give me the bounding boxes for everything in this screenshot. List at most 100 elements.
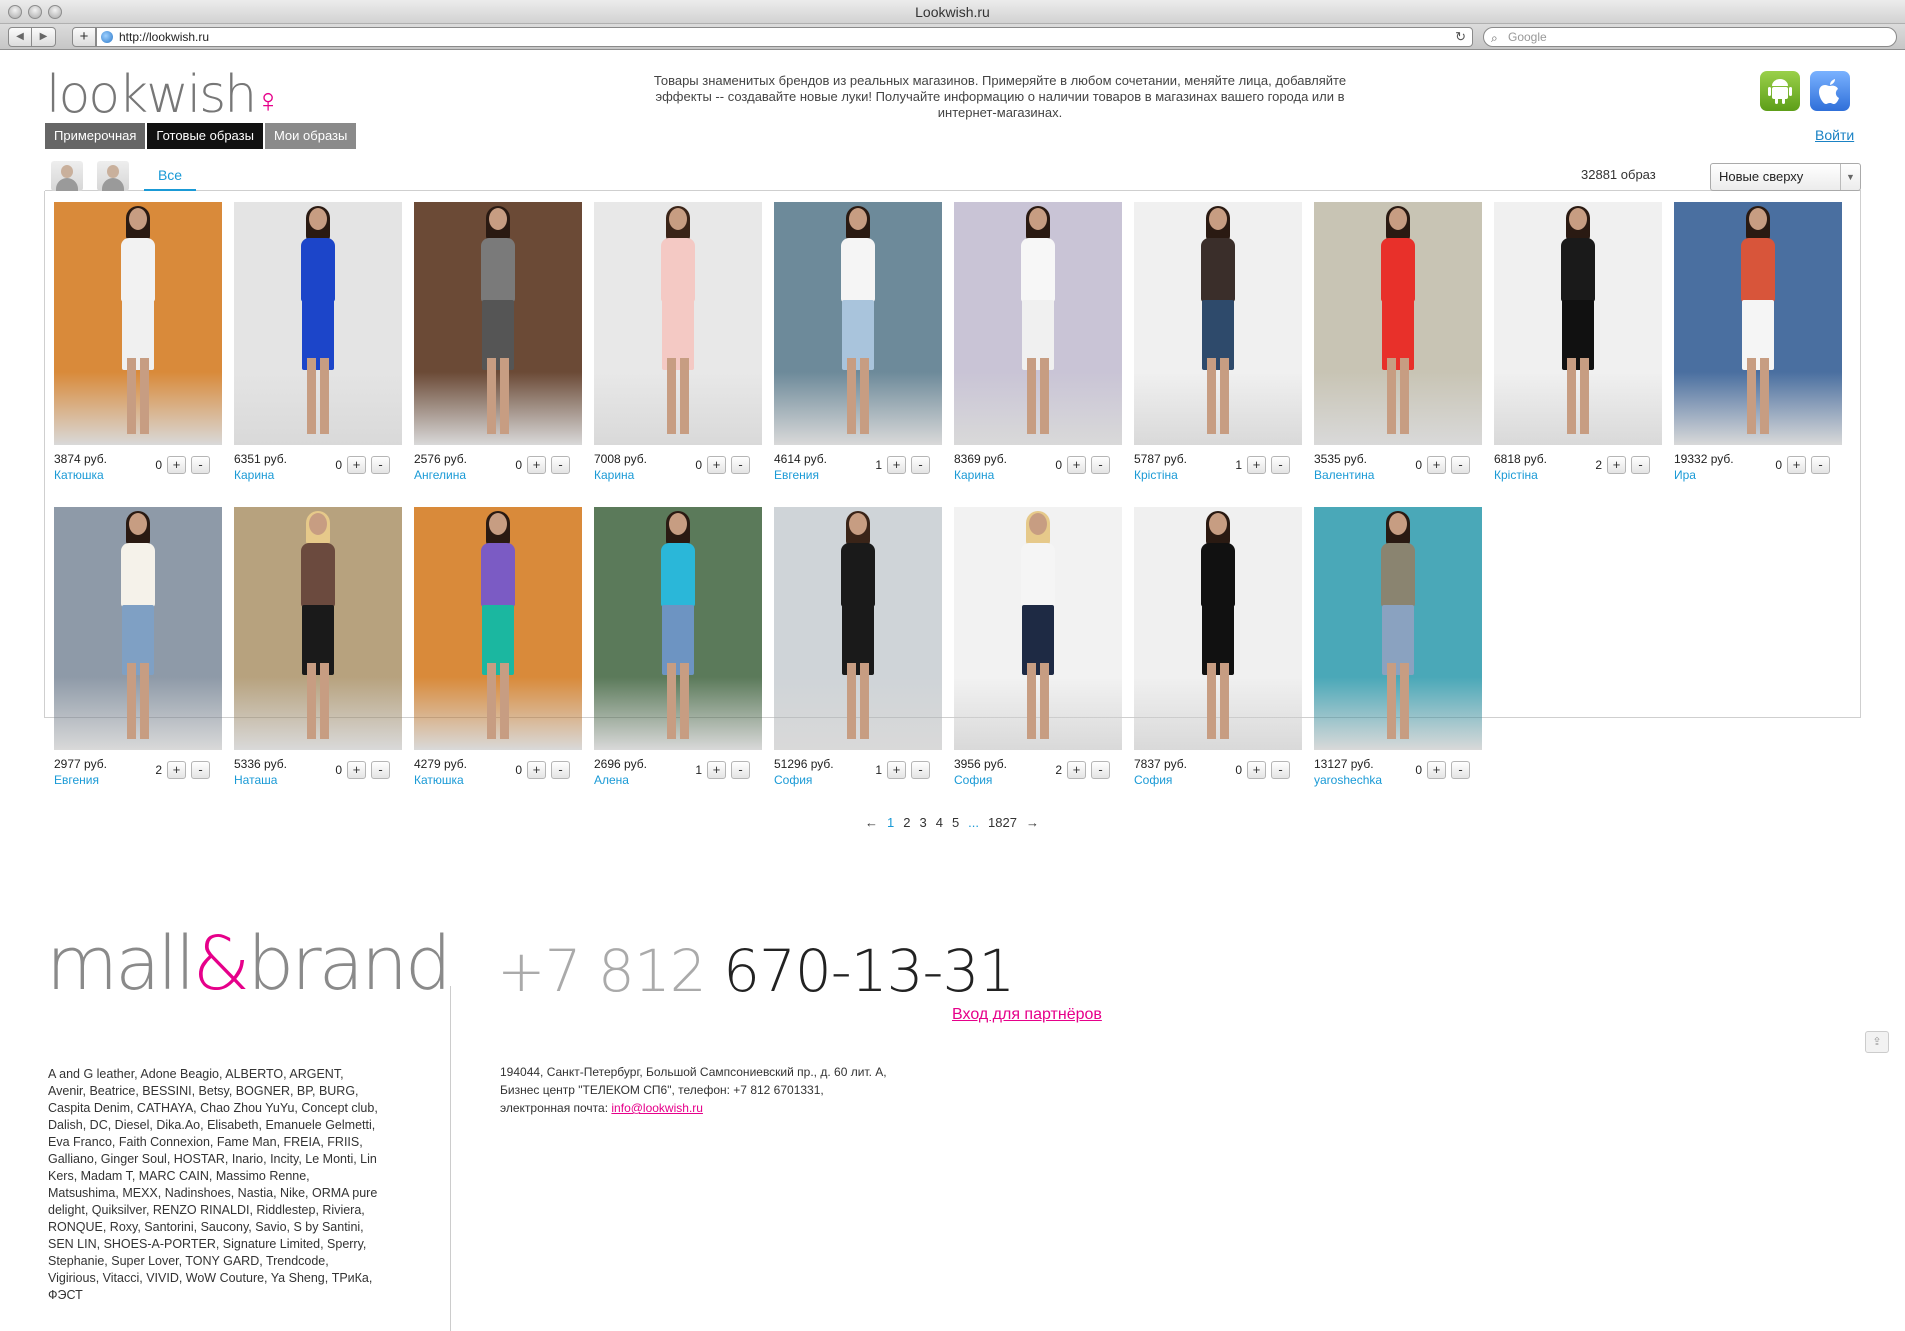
forward-button[interactable]: ▶ (32, 27, 56, 47)
vote-minus-button[interactable]: - (1631, 456, 1650, 474)
look-card[interactable]: 4614 руб. Евгения 1 + - (774, 202, 942, 490)
look-photo[interactable] (414, 202, 582, 445)
vote-plus-button[interactable]: + (1607, 456, 1626, 474)
vote-plus-button[interactable]: + (527, 456, 546, 474)
look-card[interactable]: 13127 руб. yaroshechka 0 + - (1314, 507, 1482, 795)
look-card[interactable]: 7008 руб. Карина 0 + - (594, 202, 762, 490)
vote-minus-button[interactable]: - (731, 761, 750, 779)
look-photo[interactable] (774, 202, 942, 445)
look-photo[interactable] (1494, 202, 1662, 445)
reload-icon[interactable]: ↻ (1455, 28, 1466, 46)
prev-page-arrow[interactable]: ← (865, 815, 878, 830)
look-owner-link[interactable]: Катюшка (414, 773, 464, 787)
vote-plus-button[interactable]: + (1427, 761, 1446, 779)
look-photo[interactable] (1674, 202, 1842, 445)
look-owner-link[interactable]: Катюшка (54, 468, 104, 482)
partners-login-link[interactable]: Вход для партнёров (952, 1006, 1102, 1024)
tab-all[interactable]: Все (144, 167, 196, 191)
close-window-button[interactable] (8, 5, 22, 19)
male-avatar-filter[interactable] (97, 161, 129, 191)
look-card[interactable]: 3535 руб. Валентина 0 + - (1314, 202, 1482, 490)
search-input[interactable]: ⌕ Google (1483, 27, 1897, 47)
vote-plus-button[interactable]: + (1247, 761, 1266, 779)
zoom-window-button[interactable] (48, 5, 62, 19)
vote-plus-button[interactable]: + (167, 456, 186, 474)
look-card[interactable]: 5336 руб. Наташа 0 + - (234, 507, 402, 795)
look-owner-link[interactable]: София (774, 773, 812, 787)
look-card[interactable]: 7837 руб. София 0 + - (1134, 507, 1302, 795)
look-card[interactable]: 2696 руб. Алена 1 + - (594, 507, 762, 795)
look-card[interactable]: 6818 руб. Крістіна 2 + - (1494, 202, 1662, 490)
vote-plus-button[interactable]: + (707, 456, 726, 474)
address-bar[interactable]: http://lookwish.ru ↻ (96, 27, 1473, 47)
page-4[interactable]: 4 (936, 815, 943, 830)
look-photo[interactable] (594, 507, 762, 750)
vote-minus-button[interactable]: - (911, 761, 930, 779)
vote-plus-button[interactable]: + (1247, 456, 1266, 474)
site-logo[interactable]: lookwish♀ (46, 65, 281, 125)
page-3[interactable]: 3 (919, 815, 926, 830)
look-card[interactable]: 4279 руб. Катюшка 0 + - (414, 507, 582, 795)
look-owner-link[interactable]: Алена (594, 773, 629, 787)
look-photo[interactable] (234, 202, 402, 445)
look-card[interactable]: 19332 руб. Ира 0 + - (1674, 202, 1842, 490)
vote-minus-button[interactable]: - (1091, 761, 1110, 779)
vote-minus-button[interactable]: - (371, 456, 390, 474)
share-icon[interactable]: ⇪ (1865, 1031, 1889, 1053)
vote-minus-button[interactable]: - (191, 761, 210, 779)
page-5[interactable]: 5 (952, 815, 959, 830)
vote-minus-button[interactable]: - (1271, 761, 1290, 779)
look-card[interactable]: 2977 руб. Евгения 2 + - (54, 507, 222, 795)
look-photo[interactable] (1134, 202, 1302, 445)
tab-my-looks[interactable]: Мои образы (264, 123, 357, 149)
look-owner-link[interactable]: Карина (234, 468, 274, 482)
vote-plus-button[interactable]: + (347, 456, 366, 474)
vote-plus-button[interactable]: + (1067, 456, 1086, 474)
look-owner-link[interactable]: Наташа (234, 773, 277, 787)
vote-minus-button[interactable]: - (911, 456, 930, 474)
look-photo[interactable] (1134, 507, 1302, 750)
look-owner-link[interactable]: София (1134, 773, 1172, 787)
look-card[interactable]: 51296 руб. София 1 + - (774, 507, 942, 795)
back-button[interactable]: ◀ (8, 27, 32, 47)
look-photo[interactable] (54, 507, 222, 750)
look-photo[interactable] (54, 202, 222, 445)
look-photo[interactable] (954, 507, 1122, 750)
vote-plus-button[interactable]: + (887, 761, 906, 779)
tab-ready-looks[interactable]: Готовые образы (147, 123, 263, 149)
vote-plus-button[interactable]: + (887, 456, 906, 474)
look-photo[interactable] (954, 202, 1122, 445)
vote-minus-button[interactable]: - (371, 761, 390, 779)
vote-plus-button[interactable]: + (1067, 761, 1086, 779)
look-owner-link[interactable]: Евгения (774, 468, 819, 482)
apple-app-icon[interactable] (1810, 71, 1850, 111)
look-owner-link[interactable]: Карина (954, 468, 994, 482)
look-card[interactable]: 5787 руб. Крістіна 1 + - (1134, 202, 1302, 490)
vote-minus-button[interactable]: - (731, 456, 750, 474)
page-ellipsis[interactable]: ... (968, 815, 979, 830)
look-owner-link[interactable]: София (954, 773, 992, 787)
look-owner-link[interactable]: Евгения (54, 773, 99, 787)
next-page-arrow[interactable]: → (1026, 815, 1039, 830)
vote-plus-button[interactable]: + (1787, 456, 1806, 474)
email-link[interactable]: info@lookwish.ru (611, 1101, 703, 1115)
vote-minus-button[interactable]: - (191, 456, 210, 474)
page-last[interactable]: 1827 (988, 815, 1017, 830)
vote-minus-button[interactable]: - (1271, 456, 1290, 474)
page-1-current[interactable]: 1 (887, 815, 894, 830)
look-photo[interactable] (234, 507, 402, 750)
login-link[interactable]: Войти (1815, 127, 1854, 143)
look-card[interactable]: 3956 руб. София 2 + - (954, 507, 1122, 795)
vote-minus-button[interactable]: - (1811, 456, 1830, 474)
look-card[interactable]: 2576 руб. Ангелина 0 + - (414, 202, 582, 490)
page-2[interactable]: 2 (903, 815, 910, 830)
vote-minus-button[interactable]: - (551, 456, 570, 474)
vote-plus-button[interactable]: + (167, 761, 186, 779)
look-owner-link[interactable]: yaroshechka (1314, 773, 1382, 787)
vote-minus-button[interactable]: - (551, 761, 570, 779)
add-bookmark-button[interactable]: + (72, 27, 96, 47)
look-photo[interactable] (1314, 507, 1482, 750)
vote-plus-button[interactable]: + (1427, 456, 1446, 474)
look-card[interactable]: 6351 руб. Карина 0 + - (234, 202, 402, 490)
vote-minus-button[interactable]: - (1091, 456, 1110, 474)
